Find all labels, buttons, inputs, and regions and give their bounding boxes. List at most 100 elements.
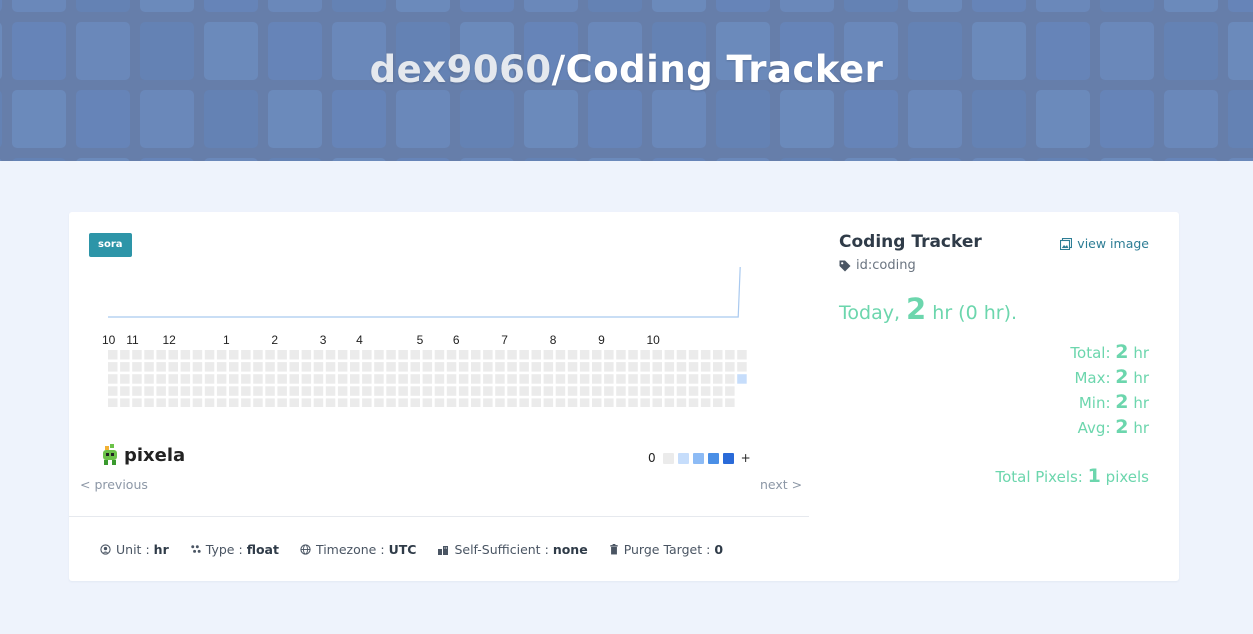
pixel-cell[interactable] bbox=[229, 362, 239, 372]
pixel-cell[interactable] bbox=[592, 374, 602, 384]
pixel-cell[interactable] bbox=[386, 398, 396, 407]
pixel-cell[interactable] bbox=[156, 374, 166, 384]
pixel-cell[interactable] bbox=[471, 398, 481, 407]
pixel-cell[interactable] bbox=[386, 362, 396, 372]
pixel-cell[interactable] bbox=[325, 398, 336, 407]
pixel-cell[interactable] bbox=[204, 386, 215, 396]
pixela-logo[interactable]: pixela bbox=[101, 444, 185, 466]
pixel-cell[interactable] bbox=[374, 362, 384, 372]
pixel-cell[interactable] bbox=[737, 362, 747, 372]
pixel-cell[interactable] bbox=[555, 362, 566, 372]
pixel-cell[interactable] bbox=[229, 374, 239, 384]
pixel-cell[interactable] bbox=[265, 350, 275, 360]
pixel-cell[interactable] bbox=[713, 374, 723, 384]
pixel-cell[interactable] bbox=[616, 386, 626, 396]
pixel-cell[interactable] bbox=[616, 374, 626, 384]
pixel-cell[interactable] bbox=[216, 350, 227, 360]
pixel-cell[interactable] bbox=[241, 350, 251, 360]
pixel-cell[interactable] bbox=[180, 350, 191, 360]
pixel-cell[interactable] bbox=[204, 362, 215, 372]
pixel-cell[interactable] bbox=[700, 386, 711, 396]
pixel-cell[interactable] bbox=[592, 386, 602, 396]
pixel-cell[interactable] bbox=[156, 350, 166, 360]
pixel-cell[interactable] bbox=[434, 350, 445, 360]
pixel-cell[interactable] bbox=[495, 362, 505, 372]
pixel-cell[interactable] bbox=[543, 374, 554, 384]
pixel-cell[interactable] bbox=[483, 398, 493, 407]
pixel-cell[interactable] bbox=[664, 350, 675, 360]
pixel-cell[interactable] bbox=[265, 362, 275, 372]
pixel-cell[interactable] bbox=[168, 386, 179, 396]
pixel-cell[interactable] bbox=[543, 398, 554, 407]
pixel-cell[interactable] bbox=[458, 398, 469, 407]
pixel-cell[interactable] bbox=[555, 386, 566, 396]
pixel-cell[interactable] bbox=[519, 362, 529, 372]
pixel-cell[interactable] bbox=[277, 386, 287, 396]
pixel-cell[interactable] bbox=[277, 362, 287, 372]
pixel-cell[interactable] bbox=[604, 386, 614, 396]
pixel-cell[interactable] bbox=[592, 398, 602, 407]
pixel-cell[interactable] bbox=[253, 386, 263, 396]
pixel-cell[interactable] bbox=[313, 350, 324, 360]
pixel-cell[interactable] bbox=[325, 386, 336, 396]
pixel-cell[interactable] bbox=[337, 350, 348, 360]
pixel-cell[interactable] bbox=[144, 362, 154, 372]
pixel-cell[interactable] bbox=[579, 362, 590, 372]
pixel-cell[interactable] bbox=[374, 350, 384, 360]
pixel-cell[interactable] bbox=[422, 398, 433, 407]
pixel-cell[interactable] bbox=[180, 362, 191, 372]
pixel-cell[interactable] bbox=[241, 362, 251, 372]
view-image-link[interactable]: view image bbox=[1060, 236, 1149, 251]
pixel-cell[interactable] bbox=[410, 350, 421, 360]
pixel-cell[interactable] bbox=[713, 362, 723, 372]
pixel-cell[interactable] bbox=[664, 374, 675, 384]
pixel-cell[interactable] bbox=[543, 362, 554, 372]
pixel-cell[interactable] bbox=[410, 374, 421, 384]
previous-link[interactable]: < previous bbox=[80, 477, 148, 492]
pixel-cell[interactable] bbox=[725, 350, 735, 360]
pixel-cell[interactable] bbox=[337, 398, 348, 407]
pixel-cell[interactable] bbox=[168, 374, 179, 384]
pixel-cell[interactable] bbox=[458, 350, 469, 360]
pixel-cell[interactable] bbox=[555, 350, 566, 360]
pixel-cell[interactable] bbox=[108, 362, 118, 372]
pixel-cell[interactable] bbox=[628, 374, 638, 384]
pixel-cell[interactable] bbox=[531, 386, 542, 396]
pixel-cell[interactable] bbox=[664, 362, 675, 372]
pixel-cell[interactable] bbox=[192, 374, 203, 384]
pixel-cell[interactable] bbox=[216, 398, 227, 407]
pixel-cell[interactable] bbox=[374, 398, 384, 407]
pixel-cell[interactable] bbox=[241, 374, 251, 384]
pixel-cell[interactable] bbox=[676, 374, 687, 384]
pixel-cell[interactable] bbox=[422, 386, 433, 396]
pixel-cell[interactable] bbox=[313, 362, 324, 372]
pixel-cell[interactable] bbox=[204, 350, 215, 360]
pixel-cell[interactable] bbox=[180, 398, 191, 407]
pixel-cell[interactable] bbox=[350, 362, 360, 372]
pixel-cell[interactable] bbox=[458, 374, 469, 384]
pixel-cell[interactable] bbox=[120, 362, 130, 372]
pixel-cell[interactable] bbox=[725, 386, 735, 396]
pixel-cell[interactable] bbox=[108, 398, 118, 407]
pixel-cell[interactable] bbox=[337, 386, 348, 396]
pixel-cell[interactable] bbox=[301, 350, 312, 360]
pixel-cell[interactable] bbox=[277, 350, 287, 360]
pixel-cell[interactable] bbox=[688, 350, 699, 360]
pixel-cell[interactable] bbox=[325, 350, 336, 360]
pixel-cell[interactable] bbox=[301, 374, 312, 384]
pixel-cell[interactable] bbox=[567, 350, 578, 360]
pixel-cell[interactable] bbox=[168, 362, 179, 372]
pixel-cell[interactable] bbox=[168, 350, 179, 360]
pixel-cell[interactable] bbox=[700, 398, 711, 407]
pixel-cell[interactable] bbox=[132, 398, 142, 407]
pixel-cell[interactable] bbox=[567, 398, 578, 407]
pixel-cell[interactable] bbox=[192, 386, 203, 396]
pixel-cell[interactable] bbox=[531, 374, 542, 384]
pixel-cell[interactable] bbox=[108, 350, 118, 360]
pixel-cell[interactable] bbox=[652, 398, 663, 407]
pixel-cell[interactable] bbox=[422, 350, 433, 360]
pixel-cell[interactable] bbox=[471, 350, 481, 360]
pixel-cell[interactable] bbox=[337, 362, 348, 372]
pixel-cell[interactable] bbox=[483, 362, 493, 372]
pixel-cell[interactable] bbox=[108, 374, 118, 384]
